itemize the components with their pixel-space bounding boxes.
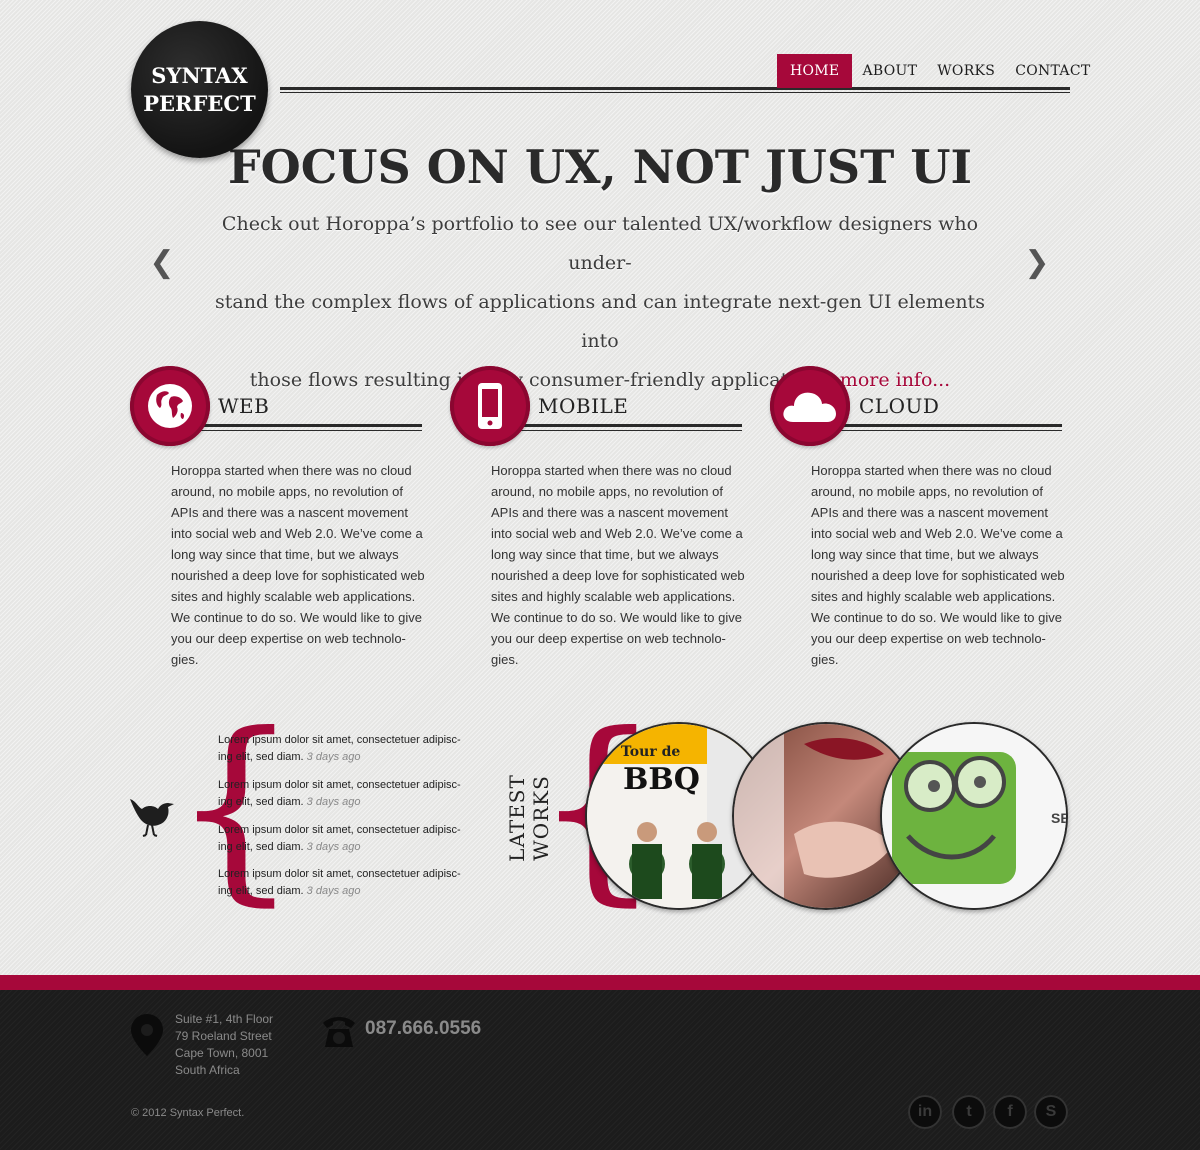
web-rule-thin [200, 430, 422, 431]
footer-accent-band [0, 975, 1200, 990]
address-line: South Africa [175, 1063, 240, 1077]
phone-icon [323, 1017, 355, 1047]
character-caption: SE [1051, 810, 1068, 826]
web-rule [200, 424, 422, 427]
bbq-caption-top: Tour de [621, 744, 681, 760]
tweet-item: Lorem ipsum dolor sit amet, consectetuer… [218, 866, 468, 900]
web-title: WEB [218, 394, 270, 418]
more-info-link[interactable]: more info... [840, 369, 950, 391]
cloud-badge [770, 366, 850, 446]
tweet-time: 3 days ago [306, 841, 361, 853]
nav-home[interactable]: HOME [777, 54, 853, 88]
hero-description: Check out Horoppa’s portfolio to see our… [200, 205, 1000, 400]
logo[interactable]: SYNTAX PERFECT [131, 21, 268, 158]
phone-number[interactable]: 087.666.0556 [365, 1018, 481, 1040]
tweet-time: 3 days ago [306, 751, 361, 763]
web-description: Horoppa started when there was no cloud … [171, 463, 425, 667]
facebook-icon[interactable]: f [993, 1095, 1027, 1129]
web-badge [130, 366, 210, 446]
nav-about[interactable]: ABOUT [852, 54, 927, 88]
slider-prev-arrow[interactable]: ❮ [147, 246, 177, 280]
latest-works-label: LATEST WORKS [505, 774, 553, 862]
cloud-rule [840, 424, 1062, 427]
hero-line-3: those flows resulting in very consumer-f… [249, 369, 834, 391]
mobile-title: MOBILE [538, 394, 629, 418]
bbq-caption-main: BBQ [623, 762, 700, 797]
mobile-description: Horoppa started when there was no cloud … [491, 463, 745, 667]
logo-line-1: SYNTAX [151, 62, 248, 88]
nav-works[interactable]: WORKS [927, 54, 1005, 88]
mobile-rule [520, 424, 742, 427]
hero-line-2: stand the complex flows of applications … [215, 291, 985, 352]
tweet-item: Lorem ipsum dolor sit amet, consectetuer… [218, 822, 468, 856]
address-line: Cape Town, 8001 [175, 1046, 269, 1060]
map-pin-icon [131, 1014, 163, 1056]
globe-icon [148, 384, 192, 428]
address-line: Suite #1, 4th Floor [175, 1012, 274, 1026]
cloud-title: CLOUD [859, 394, 940, 418]
mobile-phone-icon [478, 383, 502, 429]
logo-line-2: PERFECT [143, 90, 256, 116]
mobile-badge [450, 366, 530, 446]
hero-line-1: Check out Horoppa’s portfolio to see our… [221, 213, 979, 274]
nav-contact[interactable]: CONTACT [1005, 54, 1100, 88]
slider-next-arrow[interactable]: ❯ [1022, 246, 1052, 280]
linkedin-icon[interactable]: in [908, 1095, 942, 1129]
tweet-item: Lorem ipsum dolor sit amet, consectetuer… [218, 732, 468, 766]
mobile-rule-thin [520, 430, 742, 431]
tweet-time: 3 days ago [306, 796, 361, 808]
twitter-icon[interactable]: t [952, 1095, 986, 1129]
cloud-description: Horoppa started when there was no cloud … [811, 463, 1065, 667]
address-line: 79 Roeland Street [175, 1029, 272, 1043]
tweet-item: Lorem ipsum dolor sit amet, consectetuer… [218, 777, 468, 811]
address: Suite #1, 4th Floor 79 Roeland Street Ca… [175, 1011, 273, 1079]
main-nav: HOME ABOUT WORKS CONTACT [777, 54, 1100, 88]
bird-icon [130, 799, 174, 837]
cloud-rule-thin [840, 430, 1062, 431]
green-character-work-image [882, 724, 1066, 908]
skype-icon[interactable]: S [1034, 1095, 1068, 1129]
tweet-time: 3 days ago [306, 885, 361, 897]
nav-divider-thin [280, 92, 1070, 93]
copyright: © 2012 Syntax Perfect. [131, 1107, 245, 1119]
cloud-icon [783, 392, 836, 422]
hero-title: FOCUS ON UX, NOT JUST UI [228, 140, 972, 194]
work-thumb-character[interactable]: SE [880, 722, 1068, 910]
